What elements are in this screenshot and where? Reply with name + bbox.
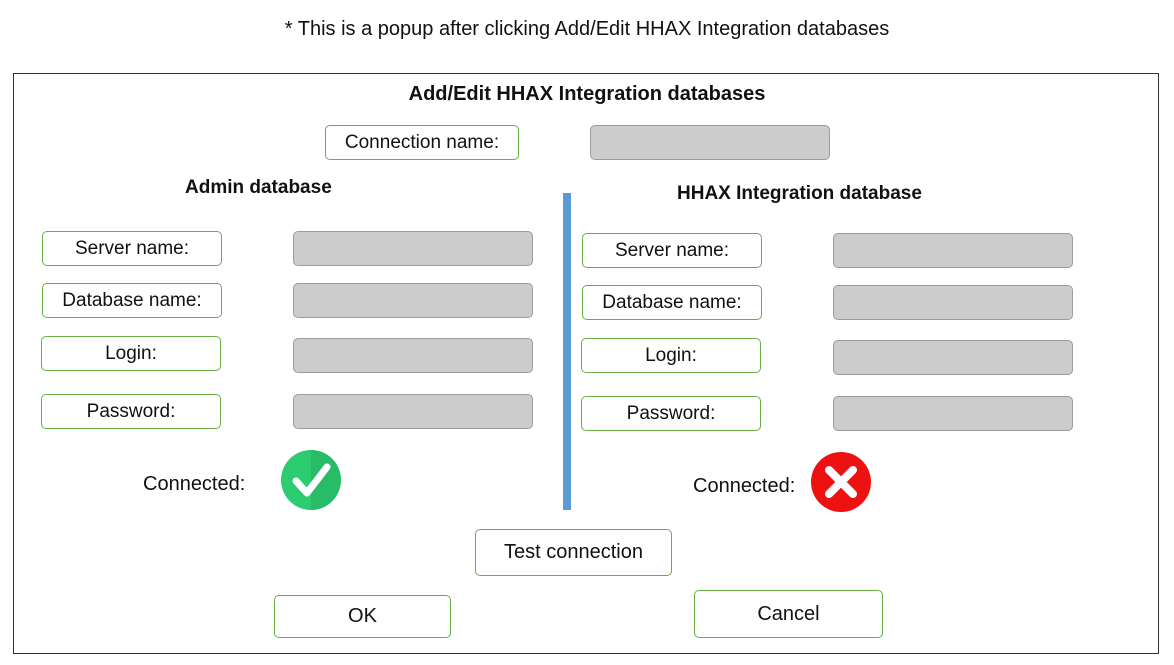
ok-button[interactable]: OK [274,595,451,638]
admin-password-label: Password: [41,394,221,429]
column-divider [563,193,571,510]
admin-server-name-label: Server name: [42,231,222,266]
hhax-password-input[interactable] [833,396,1073,431]
hhax-database-name-input[interactable] [833,285,1073,320]
hhax-login-input[interactable] [833,340,1073,375]
dialog-title: Add/Edit HHAX Integration databases [408,83,766,105]
cancel-button[interactable]: Cancel [694,590,883,638]
add-edit-dialog: Add/Edit HHAX Integration databases Conn… [13,73,1159,654]
check-icon [281,450,341,510]
hhax-server-name-input[interactable] [833,233,1073,268]
test-connection-button[interactable]: Test connection [475,529,672,576]
hhax-connected-label: Connected: [693,475,796,497]
hhax-database-name-label: Database name: [582,285,762,320]
page-note: * This is a popup after clicking Add/Edi… [284,18,890,40]
admin-database-title: Admin database [185,177,332,198]
hhax-database-title: HHAX Integration database [677,183,922,204]
admin-database-name-label: Database name: [42,283,222,318]
cross-icon [811,452,871,512]
admin-connected-label: Connected: [143,473,246,495]
admin-server-name-input[interactable] [293,231,533,266]
admin-login-label: Login: [41,336,221,371]
connection-name-label: Connection name: [325,125,519,160]
connection-name-input[interactable] [590,125,830,160]
admin-database-name-input[interactable] [293,283,533,318]
hhax-login-label: Login: [581,338,761,373]
hhax-password-label: Password: [581,396,761,431]
hhax-server-name-label: Server name: [582,233,762,268]
admin-password-input[interactable] [293,394,533,429]
admin-login-input[interactable] [293,338,533,373]
